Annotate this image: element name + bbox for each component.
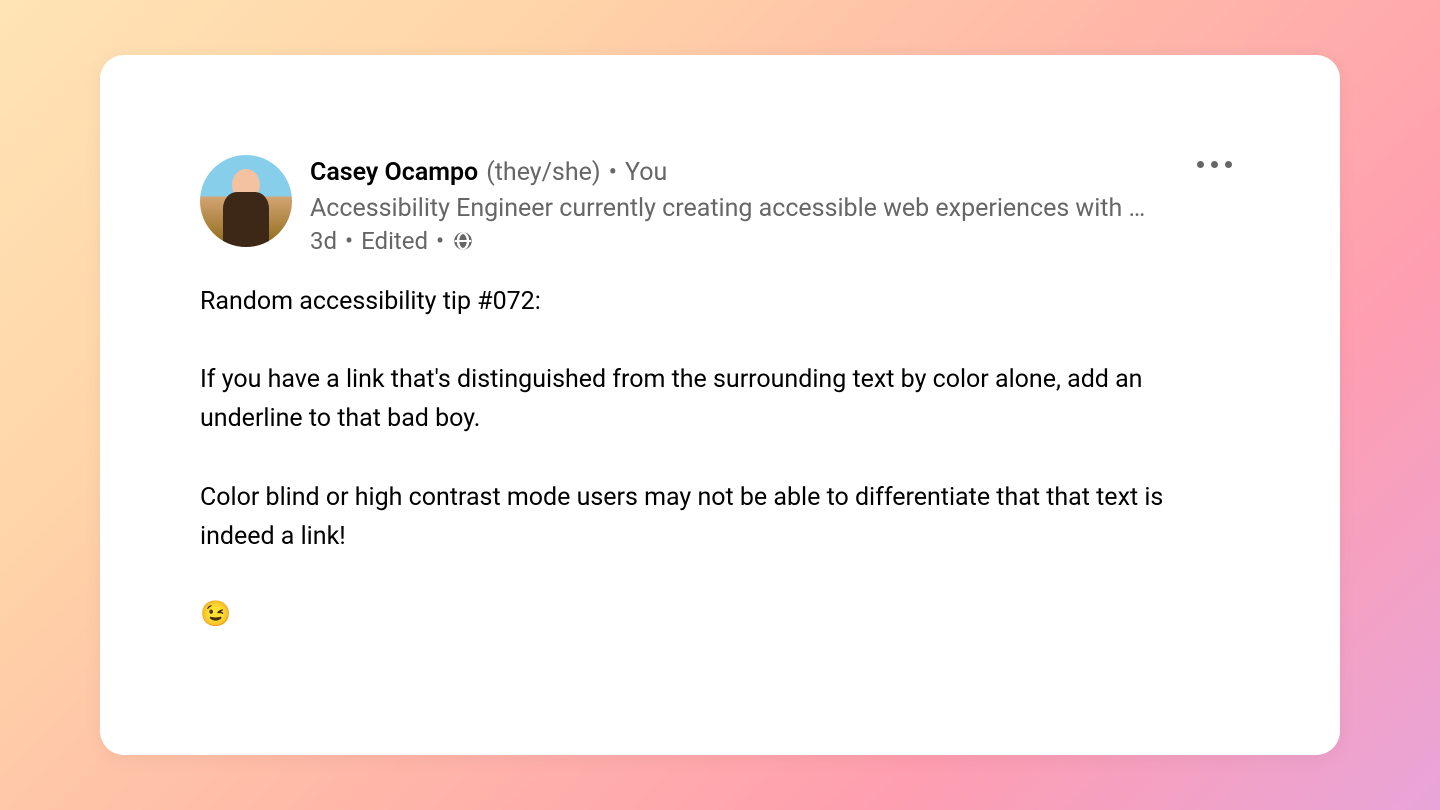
viewer-relation: You	[625, 157, 667, 190]
separator: •	[345, 227, 353, 255]
post-header-text: Casey Ocampo (they/she) • You Accessibil…	[310, 155, 1240, 255]
post-meta: 3d • Edited •	[310, 227, 1240, 255]
separator: •	[609, 157, 617, 190]
dot-icon	[1211, 161, 1218, 168]
post-paragraph: Random accessibility tip #072:	[200, 283, 1240, 322]
post-header: Casey Ocampo (they/she) • You Accessibil…	[200, 155, 1240, 255]
post-time: 3d	[310, 227, 337, 255]
post-body: Random accessibility tip #072: If you ha…	[200, 283, 1240, 636]
author-pronouns: (they/she)	[486, 157, 600, 190]
edited-label: Edited	[361, 227, 428, 255]
author-name-line: Casey Ocampo (they/she) • You	[310, 157, 1240, 190]
post-card: Casey Ocampo (they/she) • You Accessibil…	[100, 55, 1340, 755]
dot-icon	[1225, 161, 1232, 168]
author-headline: Accessibility Engineer currently creatin…	[310, 194, 1160, 223]
separator: •	[436, 227, 444, 255]
author-name[interactable]: Casey Ocampo	[310, 157, 478, 190]
post-paragraph: If you have a link that's distinguished …	[200, 361, 1240, 439]
globe-icon	[452, 230, 474, 252]
overflow-menu-button[interactable]	[1189, 153, 1240, 176]
post-emoji: 😉	[200, 596, 1240, 635]
dot-icon	[1197, 161, 1204, 168]
post-paragraph: Color blind or high contrast mode users …	[200, 479, 1240, 557]
avatar[interactable]	[200, 155, 292, 247]
